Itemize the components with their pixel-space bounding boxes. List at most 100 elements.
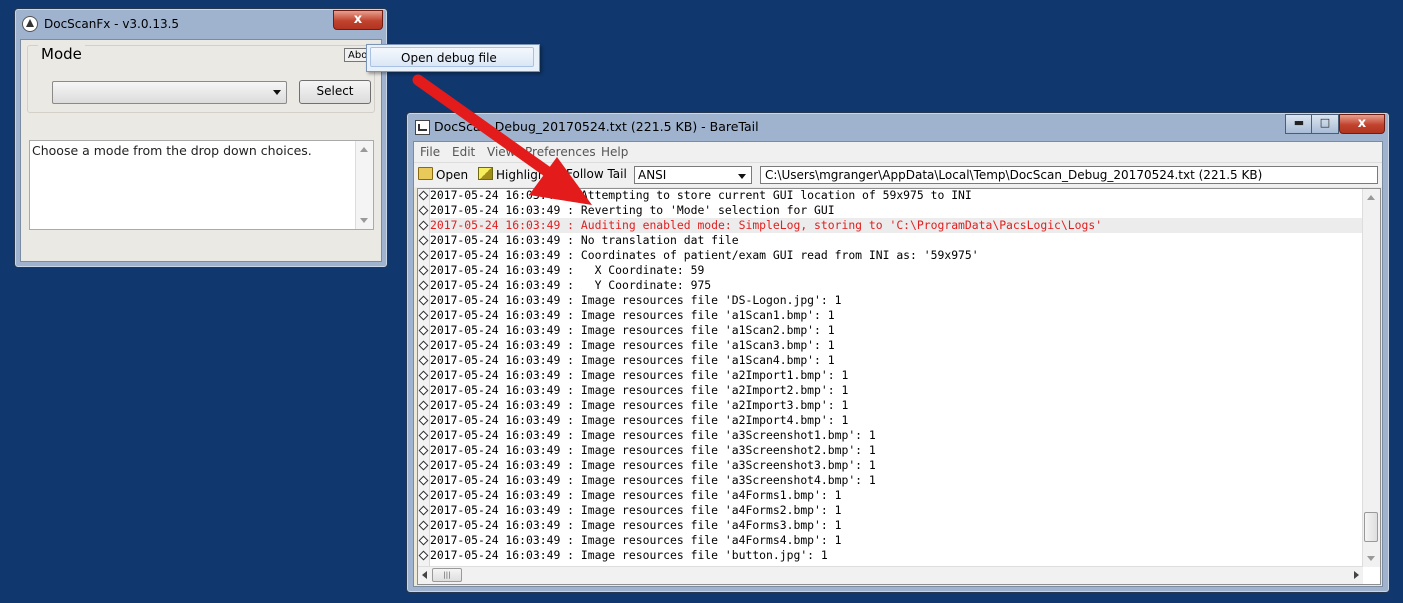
log-line-text: 2017-05-24 16:03:49 : Image resources fi… bbox=[430, 398, 849, 412]
menu-edit[interactable]: Edit bbox=[452, 145, 475, 159]
menubar: File Edit View Preferences Help bbox=[414, 142, 1382, 162]
log-line-text: 2017-05-24 16:03:49 : Coordinates of pat… bbox=[430, 248, 979, 262]
log-line: 2017-05-24 16:03:49 : Image resources fi… bbox=[418, 548, 1364, 563]
log-line-text: 2017-05-24 16:03:49 : Attempting to stor… bbox=[430, 188, 972, 202]
log-line-text: 2017-05-24 16:03:49 : Image resources fi… bbox=[430, 338, 835, 352]
log-line-text: 2017-05-24 16:03:49 : Image resources fi… bbox=[430, 383, 849, 397]
scroll-down-icon[interactable] bbox=[1367, 556, 1375, 561]
log-lines: 2017-05-24 16:03:49 : Attempting to stor… bbox=[418, 188, 1364, 563]
log-line: 2017-05-24 16:03:49 : Image resources fi… bbox=[418, 338, 1364, 353]
log-line-text: 2017-05-24 16:03:49 : Image resources fi… bbox=[430, 368, 849, 382]
chevron-down-icon bbox=[273, 90, 281, 95]
open-button[interactable]: Open bbox=[418, 167, 468, 182]
highlighting-button[interactable]: Highlighting bbox=[478, 167, 569, 182]
log-line: 2017-05-24 16:03:49 : X Coordinate: 59 bbox=[418, 263, 1364, 278]
log-line: 2017-05-24 16:03:49 : Image resources fi… bbox=[418, 488, 1364, 503]
folder-open-icon bbox=[418, 167, 433, 180]
log-line: 2017-05-24 16:03:49 : Y Coordinate: 975 bbox=[418, 278, 1364, 293]
log-line: 2017-05-24 16:03:49 : Auditing enabled m… bbox=[418, 218, 1364, 233]
baretail-logo-icon bbox=[415, 120, 430, 135]
log-line-text: 2017-05-24 16:03:49 : X Coordinate: 59 bbox=[430, 263, 705, 277]
log-line-text: 2017-05-24 16:03:49 : Image resources fi… bbox=[430, 323, 835, 337]
instructions-textbox[interactable]: Choose a mode from the drop down choices… bbox=[29, 140, 374, 230]
log-line-text: 2017-05-24 16:03:49 : Image resources fi… bbox=[430, 488, 842, 502]
baretail-client: File Edit View Preferences Help Open Hig… bbox=[413, 141, 1383, 587]
scroll-up-icon[interactable] bbox=[360, 147, 368, 152]
scroll-down-icon[interactable] bbox=[360, 218, 368, 223]
log-line-text: 2017-05-24 16:03:49 : Image resources fi… bbox=[430, 293, 842, 307]
mode-group-label: Mode bbox=[38, 45, 85, 63]
docscan-client: Mode About Select Choose a mode from the… bbox=[20, 39, 384, 262]
log-line-text: 2017-05-24 16:03:49 : Image resources fi… bbox=[430, 413, 849, 427]
baretail-title: DocScan_Debug_20170524.txt (221.5 KB) - … bbox=[434, 119, 759, 134]
log-line: 2017-05-24 16:03:49 : Image resources fi… bbox=[418, 503, 1364, 518]
vertical-scrollbar[interactable] bbox=[1362, 189, 1380, 567]
docscan-title: DocScanFx - v3.0.13.5 bbox=[44, 17, 180, 31]
scroll-left-icon[interactable] bbox=[422, 571, 427, 579]
log-line-text: 2017-05-24 16:03:49 : Reverting to 'Mode… bbox=[430, 203, 835, 217]
log-line: 2017-05-24 16:03:49 : Image resources fi… bbox=[418, 368, 1364, 383]
menu-file[interactable]: File bbox=[420, 145, 440, 159]
encoding-value: ANSI bbox=[638, 168, 667, 182]
open-label: Open bbox=[436, 168, 469, 182]
log-line: 2017-05-24 16:03:49 : Coordinates of pat… bbox=[418, 248, 1364, 263]
follow-tail-toggle[interactable]: Follow Tail bbox=[566, 167, 627, 181]
chevron-down-icon bbox=[738, 174, 746, 179]
log-line-text: 2017-05-24 16:03:49 : Image resources fi… bbox=[430, 548, 828, 562]
log-line: 2017-05-24 16:03:49 : Image resources fi… bbox=[418, 533, 1364, 548]
log-line: 2017-05-24 16:03:49 : No translation dat… bbox=[418, 233, 1364, 248]
app-logo-icon bbox=[22, 16, 38, 32]
log-line: 2017-05-24 16:03:49 : Image resources fi… bbox=[418, 398, 1364, 413]
mode-dropdown[interactable] bbox=[52, 81, 287, 104]
scroll-right-icon[interactable] bbox=[1354, 571, 1359, 579]
log-line-text: 2017-05-24 16:03:49 : Image resources fi… bbox=[430, 443, 876, 457]
log-line-text: 2017-05-24 16:03:49 : Auditing enabled m… bbox=[430, 218, 1103, 232]
about-popup-menu: Open debug file bbox=[366, 44, 540, 72]
vertical-scroll-thumb[interactable] bbox=[1364, 512, 1378, 542]
log-line: 2017-05-24 16:03:49 : Reverting to 'Mode… bbox=[418, 203, 1364, 218]
docscan-close-button[interactable]: x bbox=[333, 10, 383, 30]
log-line: 2017-05-24 16:03:49 : Image resources fi… bbox=[418, 413, 1364, 428]
encoding-dropdown[interactable]: ANSI bbox=[634, 166, 752, 184]
log-line: 2017-05-24 16:03:49 : Image resources fi… bbox=[418, 383, 1364, 398]
toolbar: Open Highlighting Follow Tail ANSI C:\Us… bbox=[414, 162, 1382, 187]
log-line: 2017-05-24 16:03:49 : Image resources fi… bbox=[418, 518, 1364, 533]
minimize-button[interactable]: ▬ bbox=[1285, 114, 1313, 134]
instructions-scrollbar[interactable] bbox=[355, 141, 373, 229]
log-line: 2017-05-24 16:03:49 : Image resources fi… bbox=[418, 428, 1364, 443]
log-line: 2017-05-24 16:03:49 : Image resources fi… bbox=[418, 323, 1364, 338]
menu-view[interactable]: View bbox=[487, 145, 515, 159]
docscan-titlebar[interactable]: DocScanFx - v3.0.13.5 x bbox=[15, 9, 387, 39]
log-line-text: 2017-05-24 16:03:49 : Image resources fi… bbox=[430, 518, 842, 532]
mode-group: Mode About Select bbox=[27, 45, 384, 113]
open-debug-file-menu-item[interactable]: Open debug file bbox=[370, 47, 534, 67]
horizontal-scroll-thumb[interactable]: ||| bbox=[432, 568, 462, 582]
baretail-close-button[interactable]: x bbox=[1339, 114, 1385, 134]
log-line: 2017-05-24 16:03:49 : Image resources fi… bbox=[418, 293, 1364, 308]
log-view[interactable]: 2017-05-24 16:03:49 : Attempting to stor… bbox=[417, 188, 1381, 585]
log-line-text: 2017-05-24 16:03:49 : Image resources fi… bbox=[430, 308, 835, 322]
select-button[interactable]: Select bbox=[299, 80, 371, 104]
log-line-text: 2017-05-24 16:03:49 : Image resources fi… bbox=[430, 428, 876, 442]
scroll-up-icon[interactable] bbox=[1367, 195, 1375, 200]
log-line-text: 2017-05-24 16:03:49 : Image resources fi… bbox=[430, 353, 835, 367]
horizontal-scrollbar[interactable]: ||| bbox=[418, 566, 1363, 584]
maximize-button[interactable]: □ bbox=[1311, 114, 1339, 134]
menu-help[interactable]: Help bbox=[601, 145, 628, 159]
log-line-text: 2017-05-24 16:03:49 : No translation dat… bbox=[430, 233, 739, 247]
log-line-text: 2017-05-24 16:03:49 : Image resources fi… bbox=[430, 503, 842, 517]
highlighter-icon bbox=[478, 167, 493, 180]
log-line: 2017-05-24 16:03:49 : Image resources fi… bbox=[418, 353, 1364, 368]
log-line: 2017-05-24 16:03:49 : Image resources fi… bbox=[418, 473, 1364, 488]
menu-preferences[interactable]: Preferences bbox=[525, 145, 596, 159]
log-line-text: 2017-05-24 16:03:49 : Image resources fi… bbox=[430, 533, 842, 547]
baretail-window: DocScan_Debug_20170524.txt (221.5 KB) - … bbox=[406, 112, 1390, 593]
log-line: 2017-05-24 16:03:49 : Image resources fi… bbox=[418, 308, 1364, 323]
log-line-text: 2017-05-24 16:03:49 : Y Coordinate: 975 bbox=[430, 278, 712, 292]
log-line: 2017-05-24 16:03:49 : Attempting to stor… bbox=[418, 188, 1364, 203]
highlighting-label: Highlighting bbox=[496, 168, 569, 182]
log-line: 2017-05-24 16:03:49 : Image resources fi… bbox=[418, 443, 1364, 458]
instructions-text: Choose a mode from the drop down choices… bbox=[32, 143, 312, 158]
file-path-field[interactable]: C:\Users\mgranger\AppData\Local\Temp\Doc… bbox=[760, 166, 1378, 184]
log-line-text: 2017-05-24 16:03:49 : Image resources fi… bbox=[430, 473, 876, 487]
